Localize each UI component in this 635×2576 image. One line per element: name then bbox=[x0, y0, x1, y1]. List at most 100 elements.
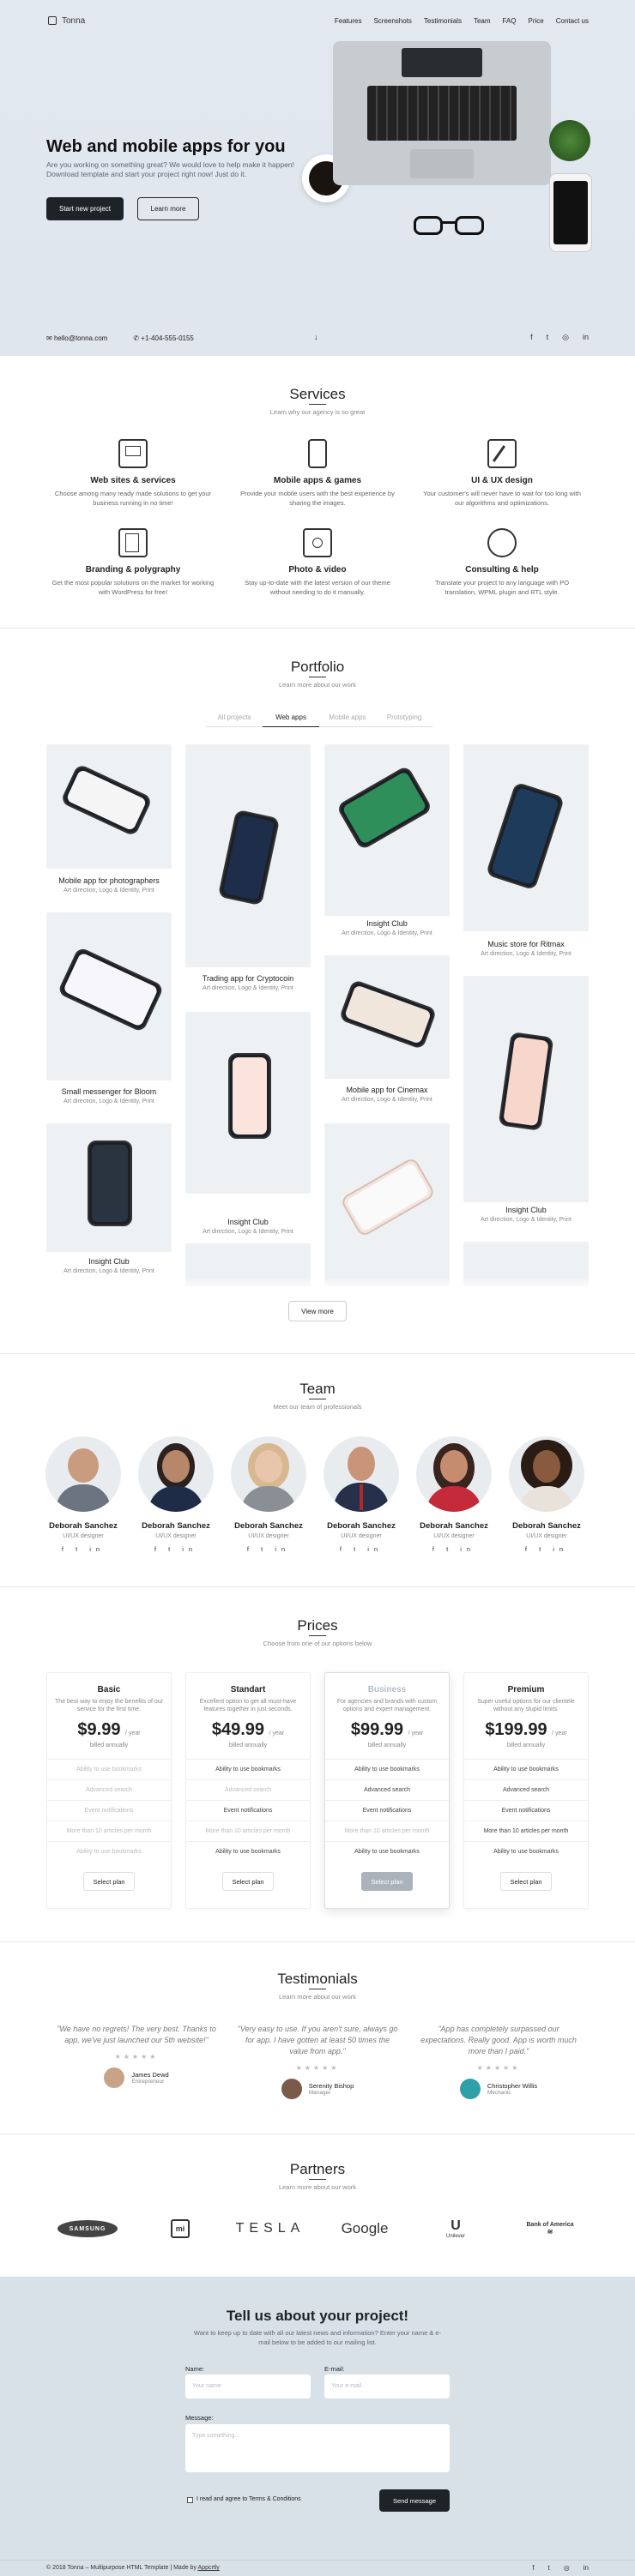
avatar bbox=[509, 1436, 584, 1512]
instagram-icon[interactable]: ◎ bbox=[564, 2564, 570, 2572]
member-social-icons[interactable]: f t in bbox=[505, 1545, 589, 1553]
services-divider bbox=[309, 404, 326, 405]
samsung-logo[interactable]: SAMSUNG bbox=[57, 2216, 118, 2242]
hero-social-links: f t ◎ in bbox=[530, 333, 589, 342]
price-card-basic: Basic The best way to enjoy the benefits… bbox=[46, 1672, 172, 1909]
prices-title: Prices bbox=[297, 1617, 338, 1634]
nav-link-team[interactable]: Team bbox=[474, 17, 491, 25]
service-item: Mobile apps & games Provide your mobile … bbox=[236, 439, 399, 508]
member-social-icons[interactable]: f t in bbox=[227, 1545, 311, 1553]
email-label: E-mail: bbox=[324, 2365, 345, 2373]
service-item: Web sites & services Choose among many r… bbox=[51, 439, 215, 508]
envelope-icon: ✉ bbox=[46, 334, 54, 342]
phone-mockup bbox=[59, 763, 154, 837]
linkedin-icon[interactable]: in bbox=[584, 2564, 589, 2572]
services-subtitle: Learn why our agency is so great bbox=[269, 408, 366, 416]
phone-icon: ✆ bbox=[133, 334, 142, 342]
team-title: Team bbox=[299, 1381, 336, 1397]
phone-mockup bbox=[57, 946, 165, 1033]
mi-logo[interactable]: mi bbox=[163, 2216, 197, 2242]
nav-link-price[interactable]: Price bbox=[529, 17, 544, 25]
learn-more-button[interactable]: Learn more bbox=[137, 197, 199, 220]
portfolio-subtitle: Learn more about our work bbox=[278, 681, 357, 689]
nav-link-features[interactable]: Features bbox=[335, 17, 362, 25]
select-plan-button[interactable]: Select plan bbox=[500, 1872, 552, 1891]
email-contact[interactable]: ✉ hello@tonna.com bbox=[46, 334, 107, 342]
member-social-icons[interactable]: f t in bbox=[41, 1545, 125, 1553]
partners-title: Partners bbox=[289, 2161, 346, 2177]
linkedin-icon[interactable]: in bbox=[583, 333, 589, 342]
send-message-button[interactable]: Send message bbox=[379, 2489, 450, 2512]
portfolio-card[interactable] bbox=[463, 976, 589, 1202]
nav-link-contact[interactable]: Contact us bbox=[556, 17, 589, 25]
instagram-icon[interactable]: ◎ bbox=[562, 333, 569, 342]
portfolio-card[interactable] bbox=[185, 1012, 311, 1194]
portfolio-card[interactable] bbox=[324, 955, 450, 1079]
portfolio-card[interactable] bbox=[324, 1123, 450, 1286]
portfolio-card[interactable] bbox=[324, 744, 450, 916]
top-navbar: Tonna Features Screenshots Testimonials … bbox=[0, 14, 635, 27]
partners-subtitle: Learn more about our work bbox=[278, 2183, 357, 2191]
portfolio-caption: Insight Club Art direction, Logo & Identi… bbox=[203, 1218, 293, 1235]
contact-section: Tell us about your project! Want to keep… bbox=[0, 2277, 635, 2560]
select-plan-button[interactable]: Select plan bbox=[83, 1872, 135, 1891]
section-divider bbox=[0, 1586, 635, 1587]
price-card-premium: Premium Super useful options for our cli… bbox=[463, 1672, 589, 1909]
tab-prototyping[interactable]: Prototyping bbox=[376, 713, 432, 727]
rating-stars: ★★★★★ bbox=[295, 2064, 340, 2072]
brand-logo-icon[interactable] bbox=[48, 16, 57, 25]
portfolio-title: Portfolio bbox=[290, 659, 345, 675]
phone-mockup bbox=[336, 765, 433, 851]
tesla-logo[interactable]: TESLA bbox=[232, 2216, 309, 2242]
member-social-icons[interactable]: f t in bbox=[412, 1545, 496, 1553]
portfolio-caption: Insight Club Art direction, Logo & Identi… bbox=[64, 1257, 154, 1274]
member-social-icons[interactable]: f t in bbox=[134, 1545, 218, 1553]
portfolio-card[interactable] bbox=[46, 912, 172, 1080]
member-social-icons[interactable]: f t in bbox=[319, 1545, 403, 1553]
view-more-button[interactable]: View more bbox=[288, 1301, 347, 1321]
phone-mockup bbox=[498, 1032, 554, 1131]
portfolio-card[interactable] bbox=[463, 744, 589, 931]
brand-name[interactable]: Tonna bbox=[62, 16, 85, 26]
portfolio-caption: Insight Club Art direction, Logo & Identi… bbox=[481, 1206, 572, 1223]
terms-label[interactable]: I read and agree to Terms & Conditions bbox=[197, 2496, 301, 2502]
tab-all-projects[interactable]: All projects bbox=[206, 713, 263, 727]
start-project-button[interactable]: Start new project bbox=[46, 197, 124, 220]
service-item: UI & UX design Your customer's will neve… bbox=[420, 439, 584, 508]
nav-link-faq[interactable]: FAQ bbox=[503, 17, 517, 25]
portfolio-card[interactable] bbox=[46, 1123, 172, 1252]
message-textarea[interactable]: Type something... bbox=[185, 2424, 450, 2472]
author-link[interactable]: Appcrtly bbox=[198, 2565, 220, 2571]
rating-stars: ★★★★★ bbox=[476, 2064, 521, 2072]
email-input[interactable]: Your e-mail bbox=[324, 2374, 450, 2398]
nav-link-testimonials[interactable]: Testimonials bbox=[424, 17, 462, 25]
phone-mockup bbox=[485, 781, 565, 891]
price-card-standart: Standart Excellent option to get all mus… bbox=[185, 1672, 311, 1909]
portfolio-card[interactable] bbox=[185, 744, 311, 967]
select-plan-button[interactable]: Select plan bbox=[222, 1872, 274, 1891]
service-item: Consulting & help Translate your project… bbox=[420, 528, 584, 597]
twitter-icon[interactable]: t bbox=[548, 2564, 550, 2572]
hero-title: Web and mobile apps for you bbox=[46, 137, 286, 156]
nav-links: Features Screenshots Testimonials Team F… bbox=[335, 17, 589, 25]
nav-link-screenshots[interactable]: Screenshots bbox=[373, 17, 411, 25]
select-plan-button[interactable]: Select plan bbox=[361, 1872, 413, 1891]
facebook-icon[interactable]: f bbox=[530, 333, 533, 342]
prices-divider bbox=[309, 1635, 326, 1636]
tab-mobile-apps[interactable]: Mobile apps bbox=[319, 713, 376, 727]
scroll-arrow-icon[interactable]: ↓ bbox=[314, 333, 318, 341]
portfolio-card[interactable] bbox=[46, 744, 172, 869]
name-input[interactable]: Your name bbox=[185, 2374, 311, 2398]
contact-title: Tell us about your project! bbox=[226, 2308, 409, 2324]
phone-contact[interactable]: ✆ +1-404-555-0155 bbox=[133, 334, 194, 342]
unilever-logo[interactable]: U Unilever bbox=[434, 2216, 477, 2242]
avatar bbox=[416, 1436, 492, 1512]
terms-checkbox[interactable] bbox=[187, 2497, 193, 2503]
tab-web-apps[interactable]: Web apps bbox=[263, 713, 319, 727]
facebook-icon[interactable]: f bbox=[532, 2564, 534, 2572]
google-logo[interactable]: Google bbox=[333, 2216, 396, 2242]
bank-of-america-logo[interactable]: Bank of America ≋ bbox=[520, 2216, 580, 2242]
twitter-icon[interactable]: t bbox=[547, 333, 549, 342]
design-icon bbox=[487, 439, 517, 468]
message-label: Message: bbox=[185, 2414, 214, 2422]
